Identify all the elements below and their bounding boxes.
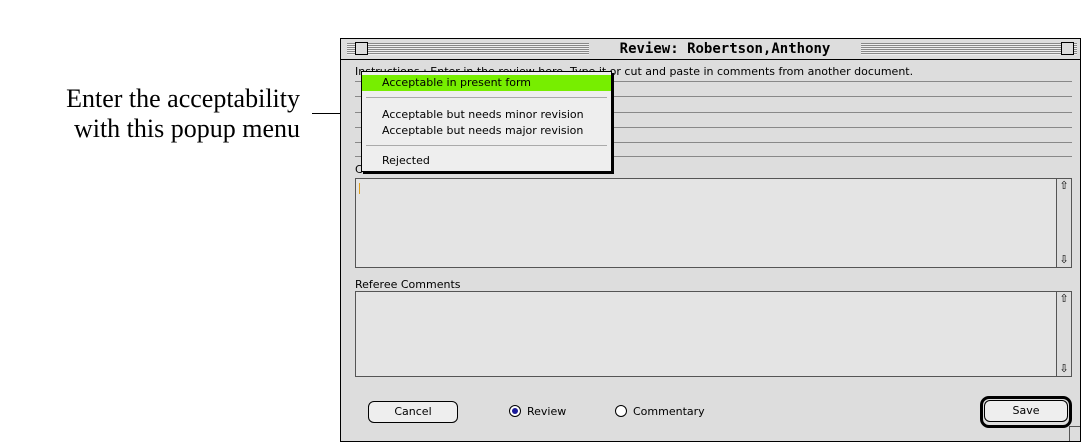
radio-unselected-icon xyxy=(615,405,627,417)
menu-separator xyxy=(366,145,607,146)
resize-grow-box-icon[interactable] xyxy=(1069,426,1080,441)
radio-commentary-label: Commentary xyxy=(633,405,705,418)
callout-line-2: with this popup menu xyxy=(73,114,300,143)
close-box-icon[interactable] xyxy=(355,42,368,55)
zoom-box-icon[interactable] xyxy=(1061,42,1074,55)
down-arrow-icon[interactable]: ⇩ xyxy=(1057,362,1071,376)
menu-separator xyxy=(366,97,607,98)
menu-item-rejected[interactable]: Rejected xyxy=(362,153,611,169)
referee-comments-label: Referee Comments xyxy=(355,278,461,291)
radio-review-label: Review xyxy=(527,405,567,418)
down-arrow-icon[interactable]: ⇩ xyxy=(1057,253,1071,267)
acceptability-popup-menu[interactable]: Acceptable in present form Acceptable bu… xyxy=(361,71,612,172)
up-arrow-icon[interactable]: ⇧ xyxy=(1057,179,1071,193)
window-title: Review: Robertson,Anthony xyxy=(589,40,861,58)
menu-item-acceptable-present[interactable]: Acceptable in present form xyxy=(362,75,611,91)
menu-item-major-revision[interactable]: Acceptable but needs major revision xyxy=(362,123,611,139)
confidential-comments-field[interactable]: ⇧ ⇩ xyxy=(355,178,1072,268)
callout-text: Enter the acceptability with this popup … xyxy=(0,84,300,144)
callout-line-1: Enter the acceptability xyxy=(66,84,300,113)
cancel-button[interactable]: Cancel xyxy=(368,401,458,423)
referee-comments-field[interactable]: ⇧ ⇩ xyxy=(355,291,1072,377)
title-bar[interactable]: Review: Robertson,Anthony xyxy=(341,39,1080,60)
radio-commentary[interactable]: Commentary xyxy=(615,404,705,420)
radio-review[interactable]: Review xyxy=(509,404,566,420)
text-caret xyxy=(359,183,360,194)
referee-scrollbar[interactable]: ⇧ ⇩ xyxy=(1056,292,1071,376)
up-arrow-icon[interactable]: ⇧ xyxy=(1057,292,1071,306)
menu-item-minor-revision[interactable]: Acceptable but needs minor revision xyxy=(362,107,611,123)
radio-selected-icon xyxy=(509,405,521,417)
save-button[interactable]: Save xyxy=(984,400,1068,422)
confidential-scrollbar[interactable]: ⇧ ⇩ xyxy=(1056,179,1071,267)
